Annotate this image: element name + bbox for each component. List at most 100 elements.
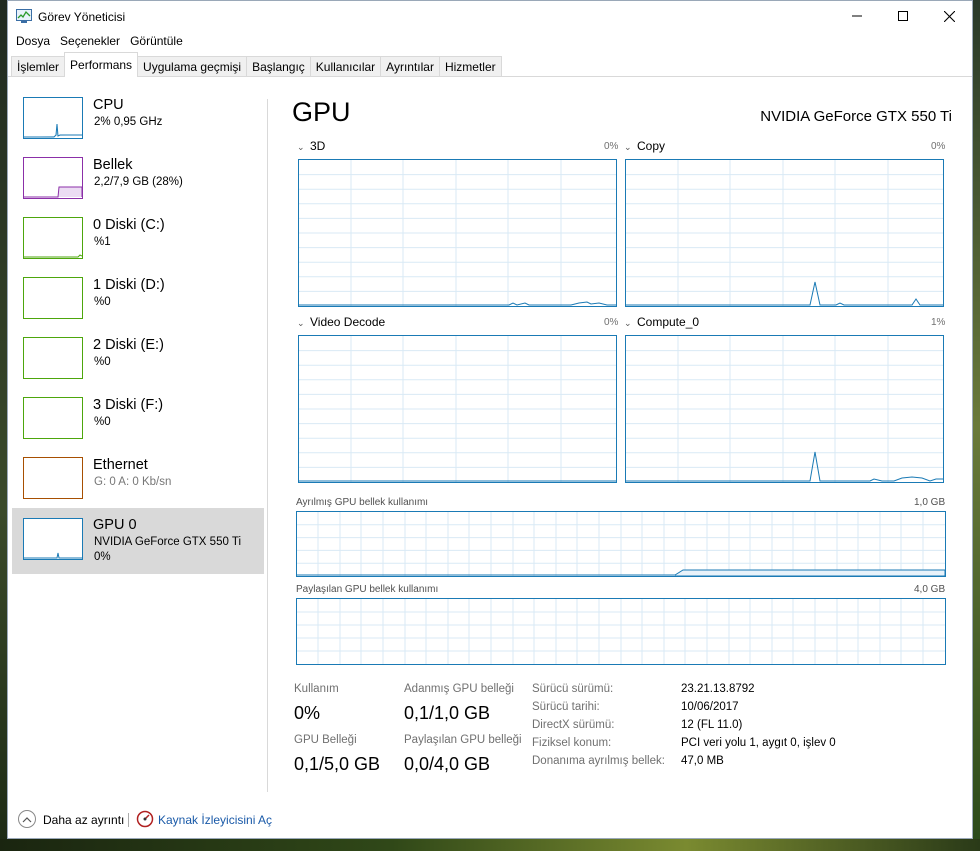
dedicated-memory-chart [297, 512, 945, 576]
physical-location-value: PCI veri yolu 1, aygıt 0, işlev 0 [681, 737, 836, 749]
sidebar-item-detail: 2% 0,95 GHz [94, 116, 163, 128]
sidebar-item-name: Bellek [93, 157, 133, 173]
engine-compute-chart [626, 336, 943, 482]
engine-copy-chart [626, 160, 943, 306]
footer-divider [128, 813, 129, 827]
engine-label: Copy [637, 139, 666, 153]
tab-processes[interactable]: İşlemler [11, 56, 66, 76]
hardware-reserved-key: Donanıma ayrılmış bellek: [532, 755, 665, 767]
chevron-up-icon [22, 816, 32, 822]
driver-date-key: Sürücü tarihi: [532, 701, 600, 713]
engine-copy-graph [625, 159, 944, 307]
disk-c-thumbnail-graph [23, 217, 83, 259]
ethernet-throughput: G: 0 A: 0 Kb/sn [94, 476, 172, 488]
sidebar-item-ethernet[interactable]: Ethernet G: 0 A: 0 Kb/sn [12, 451, 264, 511]
page-title: GPU [292, 97, 351, 127]
chevron-down-icon: ⌄ [624, 318, 632, 328]
minimize-icon [852, 15, 862, 17]
sidebar-item-name: GPU 0 [93, 517, 137, 533]
shared-memory-chart [297, 599, 945, 664]
menu-bar: Dosya Seçenekler Görüntüle [8, 32, 972, 51]
usage-value: 0% [294, 703, 321, 723]
sidebar-item-name: 2 Diski (E:) [93, 337, 164, 353]
sidebar-item-name: 3 Diski (F:) [93, 397, 164, 413]
driver-date-value: 10/06/2017 [681, 701, 739, 713]
chevron-down-icon: ⌄ [297, 142, 305, 152]
tab-performance[interactable]: Performans [64, 52, 139, 77]
dedicated-memory-stat-label: Adanmış GPU belleği [404, 683, 514, 695]
gpu-detail-panel: GPU NVIDIA GeForce GTX 550 Ti ⌄ 3D 0% ⌄ Co… [268, 91, 972, 811]
gpu-thumbnail-graph [23, 518, 83, 560]
chevron-down-icon: ⌄ [297, 318, 305, 328]
open-resource-monitor-link[interactable]: Kaynak İzleyicisini Aç [158, 813, 272, 827]
engine-compute-selector[interactable]: ⌄ Compute_0 [624, 315, 699, 329]
resource-sidebar: CPU 2% 0,95 GHz Bellek 2,2/7,9 GB (28%) … [8, 91, 268, 791]
gpu-memory-label: GPU Belleği [294, 734, 357, 746]
engine-3d-chart [299, 160, 616, 306]
minimize-button[interactable] [834, 1, 880, 31]
shared-memory-graph [296, 598, 946, 665]
dedicated-memory-stat-value: 0,1/1,0 GB [404, 703, 491, 723]
sidebar-item-detail: 2,2/7,9 GB (28%) [94, 176, 183, 188]
driver-version-key: Sürücü sürümü: [532, 683, 614, 695]
sidebar-item-disk-f[interactable]: 3 Diski (F:) %0 [12, 391, 264, 451]
menu-options[interactable]: Seçenekler [57, 32, 127, 51]
window-title: Görev Yöneticisi [38, 10, 126, 24]
desktop-background-bottom [0, 839, 980, 851]
tab-users[interactable]: Kullanıcılar [309, 56, 382, 76]
sidebar-item-name: 0 Diski (C:) [93, 217, 165, 233]
dedicated-memory-label: Ayrılmış GPU bellek kullanımı [296, 497, 429, 508]
tab-startup[interactable]: Başlangıç [246, 56, 311, 76]
tab-app-history[interactable]: Uygulama geçmişi [137, 56, 248, 76]
sidebar-item-name: 1 Diski (D:) [93, 277, 165, 293]
sidebar-item-cpu[interactable]: CPU 2% 0,95 GHz [12, 91, 264, 151]
engine-3d-graph [298, 159, 617, 307]
task-manager-app-icon [16, 9, 32, 23]
engine-label: 3D [310, 139, 326, 153]
engine-label: Video Decode [310, 315, 386, 329]
shared-memory-max: 4,0 GB [914, 584, 946, 595]
shared-memory-stat-value: 0,0/4,0 GB [404, 754, 491, 774]
engine-3d-selector[interactable]: ⌄ 3D [297, 139, 325, 153]
tab-services[interactable]: Hizmetler [438, 56, 502, 76]
directx-version-value: 12 (FL 11.0) [681, 719, 743, 731]
menu-file[interactable]: Dosya [13, 32, 57, 51]
engine-label: Compute_0 [637, 315, 700, 329]
disk-f-thumbnail-graph [23, 397, 83, 439]
dedicated-memory-max: 1,0 GB [914, 497, 946, 508]
usage-label: Kullanım [294, 683, 339, 695]
engine-video-decode-graph [298, 335, 617, 483]
directx-version-key: DirectX sürümü: [532, 719, 615, 731]
hardware-reserved-value: 47,0 MB [681, 755, 724, 767]
engine-copy-selector[interactable]: ⌄ Copy [624, 139, 665, 153]
sidebar-item-gpu[interactable]: GPU 0 NVIDIA GeForce GTX 550 Ti 0% [12, 508, 264, 574]
gpu-model-name: NVIDIA GeForce GTX 550 Ti [760, 108, 952, 125]
maximize-icon [898, 11, 908, 21]
cpu-thumbnail-graph [23, 97, 83, 139]
engine-compute-graph [625, 335, 944, 483]
disk-d-thumbnail-graph [23, 277, 83, 319]
dedicated-memory-graph [296, 511, 946, 577]
maximize-button[interactable] [880, 1, 926, 31]
fewer-details-button[interactable] [18, 810, 36, 828]
close-button[interactable] [926, 1, 972, 31]
title-bar[interactable]: Görev Yöneticisi [8, 1, 972, 32]
footer-bar: Daha az ayrıntı Kaynak İzleyicisini Aç [8, 805, 972, 835]
menu-view[interactable]: Görüntüle [127, 32, 190, 51]
engine-video-decode-chart [299, 336, 616, 482]
engine-video-decode-selector[interactable]: ⌄ Video Decode [297, 315, 385, 329]
fewer-details-label[interactable]: Daha az ayrıntı [43, 813, 124, 827]
sidebar-item-disk-c[interactable]: 0 Diski (C:) %1 [12, 211, 264, 271]
engine-percent: 1% [931, 317, 946, 328]
sidebar-item-memory[interactable]: Bellek 2,2/7,9 GB (28%) [12, 151, 264, 211]
sidebar-item-name: CPU [93, 97, 124, 113]
desktop-background-left [0, 0, 7, 851]
gpu-memory-value: 0,1/5,0 GB [294, 754, 381, 774]
engine-percent: 0% [604, 317, 619, 328]
shared-memory-label: Paylaşılan GPU bellek kullanımı [296, 584, 439, 595]
sidebar-item-detail: %0 [94, 356, 111, 368]
tab-details[interactable]: Ayrıntılar [380, 56, 440, 76]
sidebar-item-disk-d[interactable]: 1 Diski (D:) %0 [12, 271, 264, 331]
chevron-down-icon: ⌄ [624, 142, 632, 152]
sidebar-item-disk-e[interactable]: 2 Diski (E:) %0 [12, 331, 264, 391]
